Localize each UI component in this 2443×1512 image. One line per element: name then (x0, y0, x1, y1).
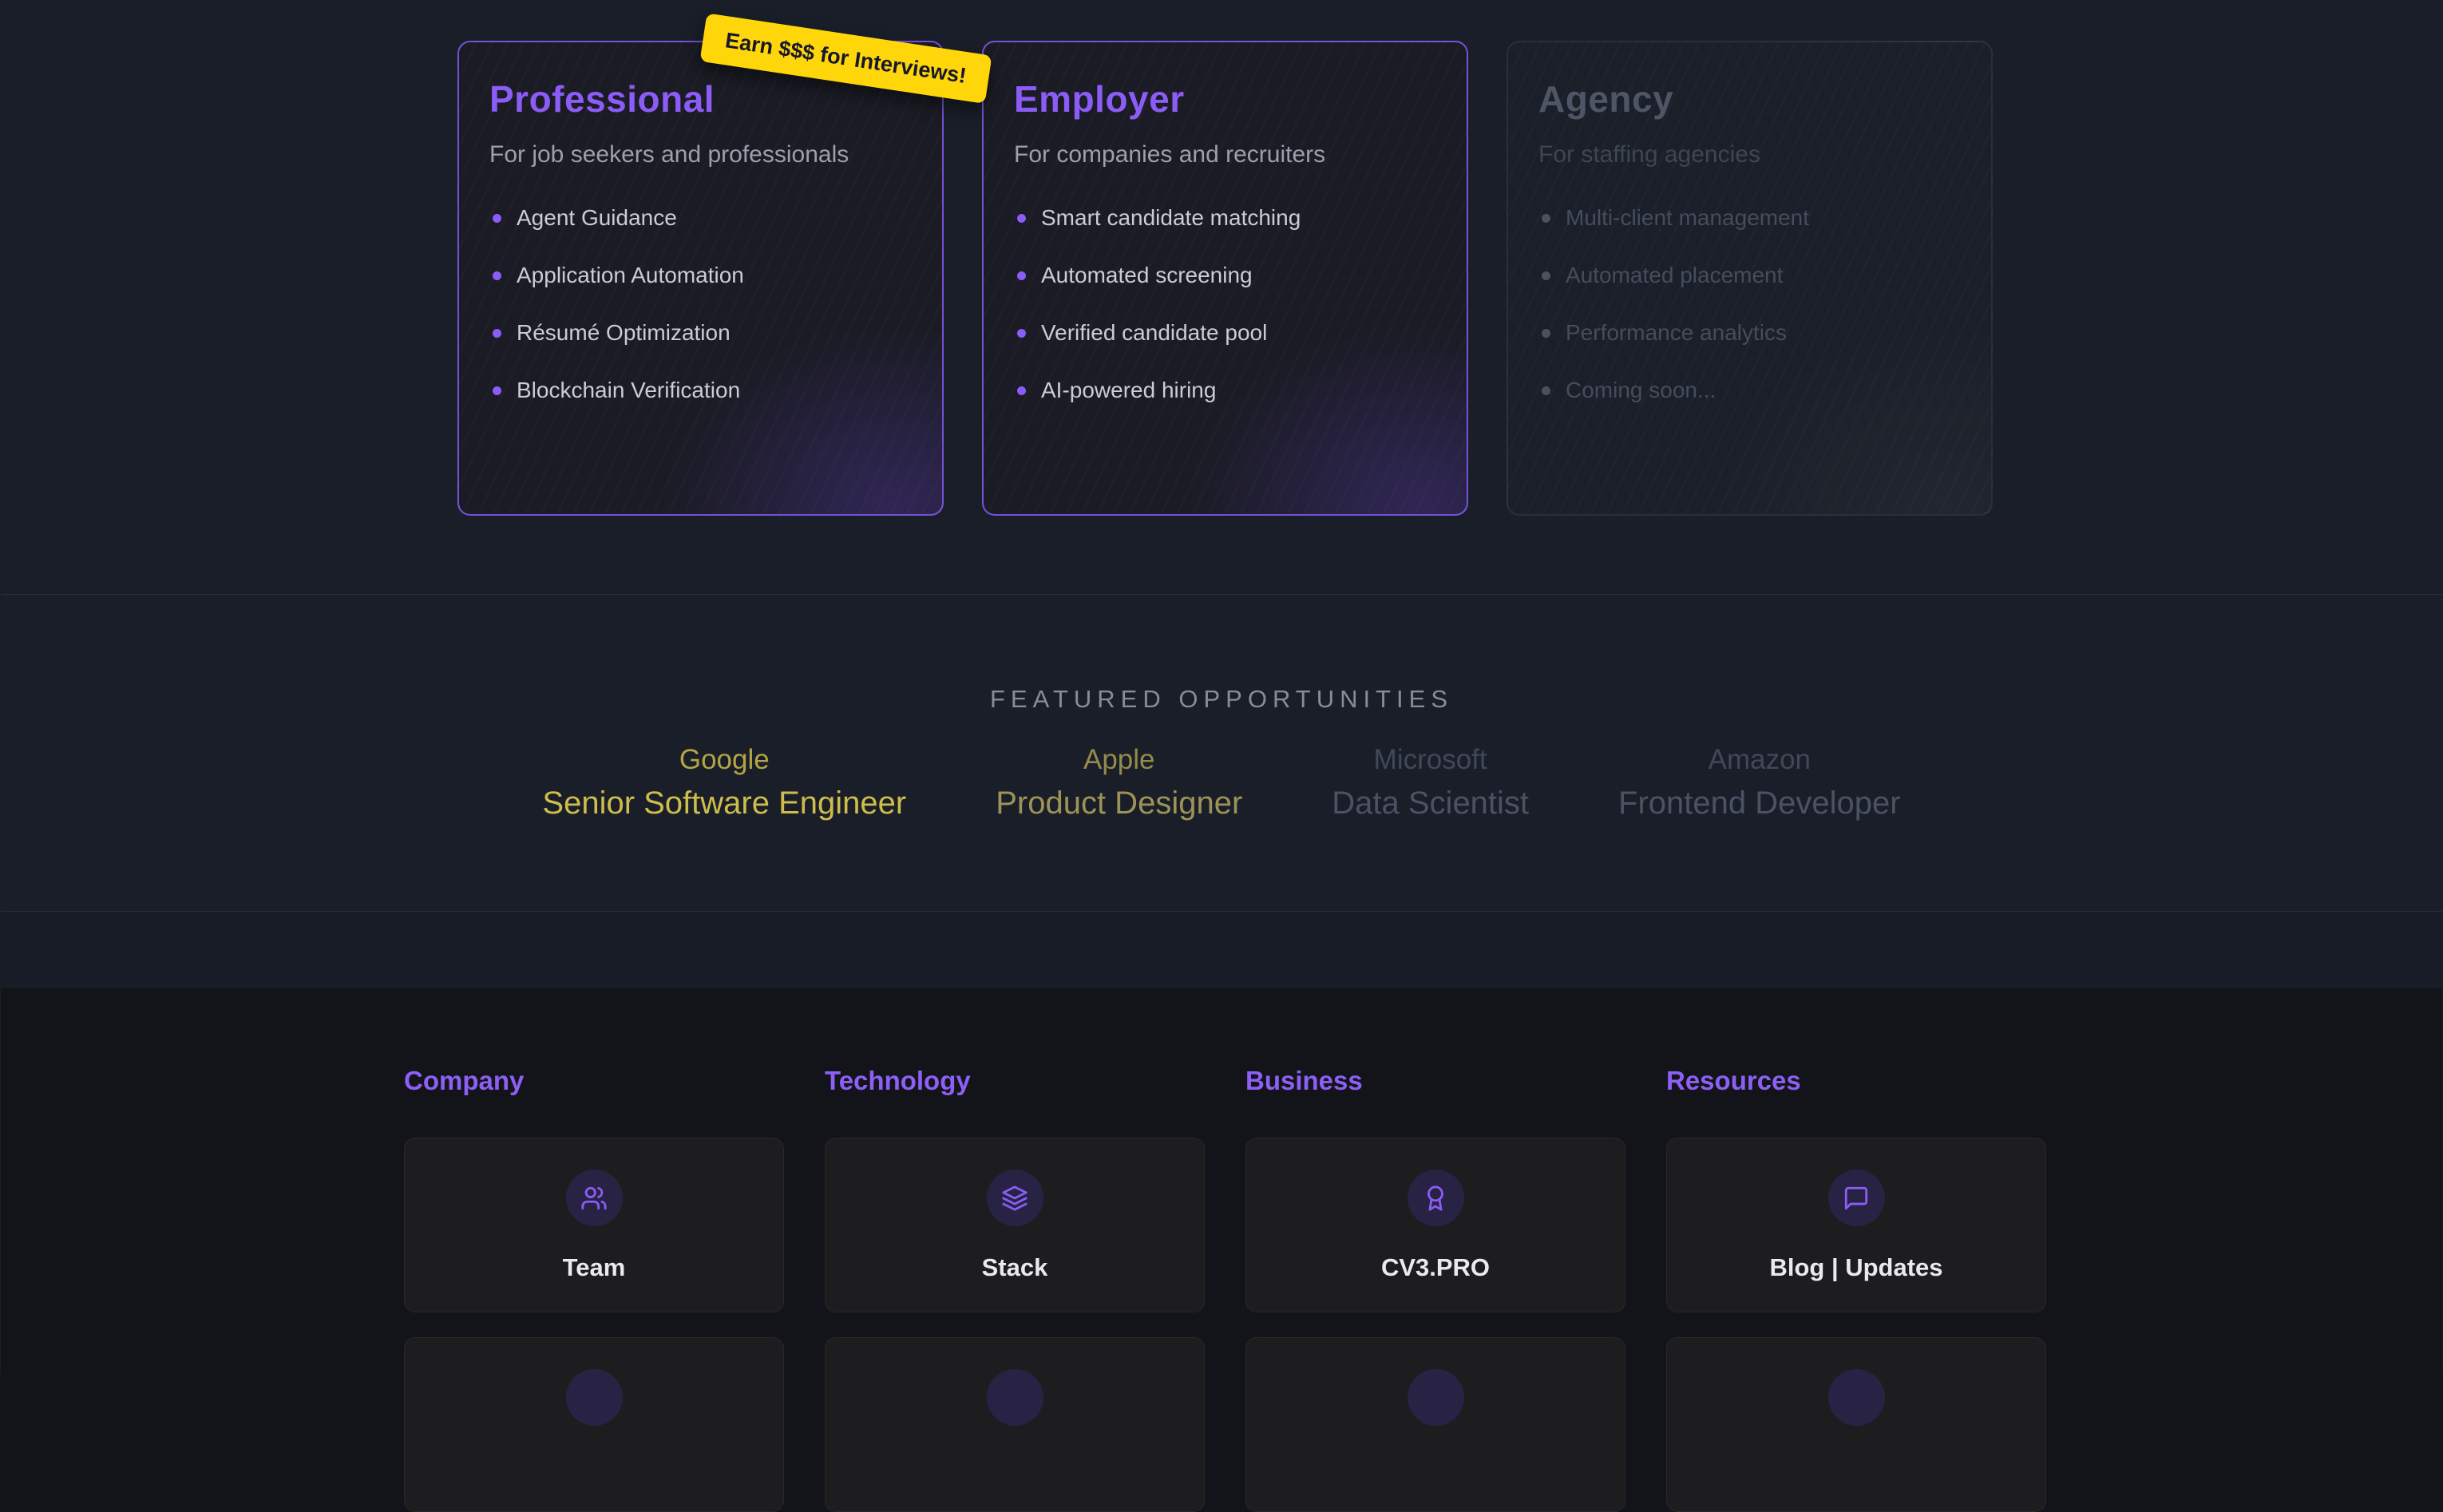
footer-link-blog[interactable]: Blog | Updates (1666, 1138, 2046, 1312)
footer-link-label: Blog | Updates (1769, 1253, 1942, 1282)
featured-heading: FEATURED OPPORTUNITIES (1, 685, 2442, 714)
bullet-dot-icon (1017, 214, 1026, 223)
feature-label: Verified candidate pool (1041, 320, 1267, 346)
feature-item: Automated placement (1538, 261, 1961, 290)
job-role: Data Scientist (1332, 786, 1529, 821)
bullet-dot-icon (1017, 329, 1026, 338)
plan-feature-list: Multi-client management Automated placem… (1538, 204, 1961, 405)
users-icon (566, 1170, 623, 1226)
footer-column-heading: Business (1245, 1066, 1625, 1096)
bullet-dot-icon (1542, 329, 1550, 338)
footer-link-stack[interactable]: Stack (825, 1138, 1205, 1312)
footer-link-label: Team (563, 1253, 626, 1282)
feature-label: Smart candidate matching (1041, 205, 1301, 231)
feature-label: Coming soon... (1566, 378, 1716, 403)
footer-link-partial[interactable] (1666, 1337, 2046, 1512)
plan-subtitle: For staffing agencies (1538, 141, 1961, 168)
feature-label: Automated screening (1041, 263, 1253, 288)
bullet-dot-icon (493, 214, 501, 223)
feature-item: Multi-client management (1538, 204, 1961, 232)
featured-jobs-row: Google Senior Software Engineer Apple Pr… (1, 744, 2442, 821)
plans-section: Earn $$$ for Interviews! Professional Fo… (1, 0, 2442, 595)
job-company: Google (542, 744, 906, 776)
section-spacer (1, 912, 2442, 988)
footer-link-label: Stack (982, 1253, 1048, 1282)
bullet-dot-icon (493, 329, 501, 338)
footer-link-partial[interactable] (825, 1337, 1205, 1512)
feature-item: Smart candidate matching (1014, 204, 1436, 232)
feature-label: Automated placement (1566, 263, 1783, 288)
job-company: Apple (996, 744, 1242, 776)
hidden-icon (566, 1369, 623, 1426)
footer-link-partial[interactable] (404, 1337, 784, 1512)
feature-item: Coming soon... (1538, 376, 1961, 405)
footer-column-resources: Resources Blog | Updates (1666, 1066, 2046, 1512)
bullet-dot-icon (1017, 271, 1026, 280)
bullet-dot-icon (1542, 271, 1550, 280)
job-role: Senior Software Engineer (542, 786, 906, 821)
message-square-icon (1828, 1170, 1885, 1226)
feature-item: Blockchain Verification (489, 376, 912, 405)
landing-page: Earn $$$ for Interviews! Professional Fo… (0, 0, 2443, 1375)
footer-link-cv3pro[interactable]: CV3.PRO (1245, 1138, 1625, 1312)
footer-column-business: Business CV3.PRO (1245, 1066, 1625, 1512)
bullet-dot-icon (1542, 386, 1550, 395)
footer-link-partial[interactable] (1245, 1337, 1625, 1512)
feature-label: Résumé Optimization (517, 320, 731, 346)
job-item-apple[interactable]: Apple Product Designer (996, 744, 1242, 821)
plan-subtitle: For job seekers and professionals (489, 141, 912, 168)
plan-card-professional[interactable]: Professional For job seekers and profess… (457, 41, 944, 516)
footer-column-technology: Technology Stack (825, 1066, 1205, 1512)
feature-label: Performance analytics (1566, 320, 1787, 346)
feature-item: Automated screening (1014, 261, 1436, 290)
bullet-dot-icon (1017, 386, 1026, 395)
job-company: Amazon (1618, 744, 1901, 776)
job-item-google[interactable]: Google Senior Software Engineer (542, 744, 906, 821)
bullet-dot-icon (493, 271, 501, 280)
feature-label: AI-powered hiring (1041, 378, 1216, 403)
feature-item: Verified candidate pool (1014, 319, 1436, 347)
footer-link-team[interactable]: Team (404, 1138, 784, 1312)
job-role: Frontend Developer (1618, 786, 1901, 821)
layers-icon (987, 1170, 1043, 1226)
feature-item: Résumé Optimization (489, 319, 912, 347)
bullet-dot-icon (493, 386, 501, 395)
bullet-dot-icon (1542, 214, 1550, 223)
plan-subtitle: For companies and recruiters (1014, 141, 1436, 168)
footer-link-label: CV3.PRO (1381, 1253, 1490, 1282)
hidden-icon (1408, 1369, 1464, 1426)
job-item-amazon[interactable]: Amazon Frontend Developer (1618, 744, 1901, 821)
feature-item: Application Automation (489, 261, 912, 290)
hidden-icon (987, 1369, 1043, 1426)
footer-column-heading: Technology (825, 1066, 1205, 1096)
footer-column-heading: Company (404, 1066, 784, 1096)
footer-grid: Company Team Technology Stack (404, 1066, 2046, 1512)
job-item-microsoft[interactable]: Microsoft Data Scientist (1332, 744, 1529, 821)
plans-row: Professional For job seekers and profess… (457, 41, 1993, 516)
footer-column-heading: Resources (1666, 1066, 2046, 1096)
feature-label: Agent Guidance (517, 205, 677, 231)
featured-opportunities-section: FEATURED OPPORTUNITIES Google Senior Sof… (1, 595, 2442, 912)
plan-title: Professional (489, 77, 912, 121)
job-role: Product Designer (996, 786, 1242, 821)
plan-title: Employer (1014, 77, 1436, 121)
feature-label: Blockchain Verification (517, 378, 740, 403)
plan-card-agency: Agency For staffing agencies Multi-clien… (1507, 41, 1993, 516)
feature-item: Agent Guidance (489, 204, 912, 232)
plan-card-employer[interactable]: Employer For companies and recruiters Sm… (982, 41, 1468, 516)
feature-item: Performance analytics (1538, 319, 1961, 347)
feature-item: AI-powered hiring (1014, 376, 1436, 405)
plan-feature-list: Smart candidate matching Automated scree… (1014, 204, 1436, 405)
feature-label: Application Automation (517, 263, 744, 288)
job-company: Microsoft (1332, 744, 1529, 776)
footer: Company Team Technology Stack (1, 988, 2442, 1374)
plan-feature-list: Agent Guidance Application Automation Ré… (489, 204, 912, 405)
award-icon (1408, 1170, 1464, 1226)
plan-title: Agency (1538, 77, 1961, 121)
footer-column-company: Company Team (404, 1066, 784, 1512)
hidden-icon (1828, 1369, 1885, 1426)
feature-label: Multi-client management (1566, 205, 1809, 231)
